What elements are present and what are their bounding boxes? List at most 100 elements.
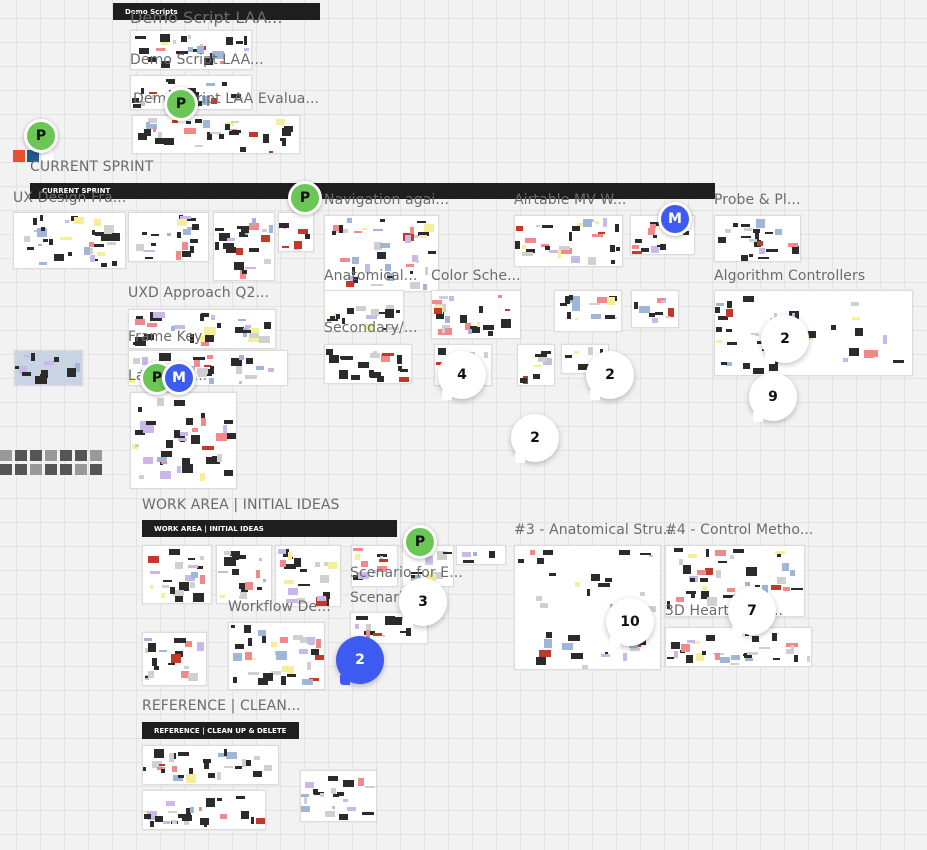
thumbnail-content [776,576,786,585]
thumbnail-content [283,580,294,584]
board-frame-thumbnail[interactable] [142,632,207,686]
frame-title[interactable]: Frame Key [128,329,202,345]
board-frame-thumbnail[interactable] [13,212,126,269]
collaborator-avatar[interactable]: P [403,525,437,559]
frame-title[interactable]: #4 - Control Metho... [665,522,813,538]
comment-count-bubble[interactable]: 9 [749,373,797,422]
board-frame-thumbnail[interactable] [278,212,314,252]
thumbnail-content [172,766,178,772]
board-frame-thumbnail[interactable] [431,290,521,339]
thumbnail-content [206,82,216,86]
thumbnail-content [749,238,757,242]
frame-title[interactable]: #3 - Anatomical Stru... [514,522,676,538]
thumbnail-content [353,230,362,234]
board-frame-thumbnail[interactable] [514,215,623,267]
thumbnail-content [208,773,216,778]
thumbnail-content [148,555,160,563]
thumbnail-content [442,551,453,555]
thumbnail-content [346,308,354,314]
image-strip[interactable] [0,450,105,492]
comment-count-bubble[interactable]: 10 [606,598,654,647]
thumbnail-content [220,814,228,820]
thumbnail-content [248,637,253,646]
comment-count-bubble[interactable]: 3 [399,578,447,627]
board-frame-thumbnail[interactable] [714,290,913,376]
board-frame-thumbnail[interactable] [142,790,266,830]
board-frame-thumbnail[interactable] [517,344,555,386]
board-frame-thumbnail[interactable] [142,745,279,785]
board-frame-thumbnail[interactable] [631,290,679,328]
frame-title[interactable]: UX Design Fra... [13,190,126,206]
thumbnail-content [235,247,244,256]
board-frame-thumbnail[interactable] [216,545,272,604]
frame-title[interactable]: Workflow De... [228,599,331,615]
thumbnail-content [199,556,204,560]
thumbnail-content [433,308,442,315]
thumbnail-content [137,407,143,412]
board-frame-thumbnail[interactable] [456,545,506,565]
section-header-bar[interactable]: REFERENCE | CLEAN UP & DELETE [142,722,299,739]
thumbnail-content [544,639,553,648]
frame-title[interactable]: Demo Script LAA Evalua... [133,91,319,107]
thumbnail-content [182,458,190,466]
thumbnail-content [518,559,524,564]
frame-title[interactable]: Color Sche... [431,268,521,284]
section-header-bar[interactable]: WORK AREA | INITIAL IDEAS [142,520,397,537]
thumbnail-content [245,375,258,380]
board-frame-thumbnail[interactable] [554,290,622,332]
collaborator-avatar[interactable]: P [288,181,322,215]
thumbnail-content [283,125,294,133]
comment-count-bubble[interactable]: 4 [438,351,486,400]
collaborator-avatar[interactable]: M [658,202,692,236]
frame-title[interactable]: Navigation agai... [324,192,449,208]
frame-title[interactable]: WORK AREA | INITIAL IDEAS [142,497,340,513]
comment-count-bubble[interactable]: 2 [586,351,634,400]
sticky-note[interactable] [13,150,25,162]
board-frame-thumbnail[interactable] [714,215,801,262]
thumbnail-content [199,313,205,322]
board-frame-thumbnail[interactable] [142,545,212,604]
collaborator-avatar[interactable]: P [164,87,198,121]
frame-title[interactable]: Demo Script LAA... [130,52,264,68]
thumbnail-content [244,625,252,634]
thumbnail-content [559,303,568,307]
collaborator-avatar[interactable]: P [24,119,58,153]
frame-title[interactable]: Scenario for E... [350,565,463,581]
board-frame-thumbnail[interactable] [132,115,300,154]
frame-title[interactable]: CURRENT SPRINT [30,159,153,175]
thumbnail-content [714,549,726,557]
thumbnail-content [135,318,145,326]
comment-count-bubble[interactable]: 2 [336,636,384,685]
thumbnail-content [257,586,262,591]
board-frame-thumbnail[interactable] [324,344,412,384]
thumbnail-content [175,251,182,260]
comment-count-bubble[interactable]: 7 [728,587,776,636]
thumbnail-content [23,235,30,243]
frame-title[interactable]: Airtable MV W... [514,192,626,208]
frame-title[interactable]: Probe & Pl... [714,192,801,208]
thumbnail-content [603,218,607,227]
board-frame-thumbnail[interactable] [14,350,83,386]
frame-title[interactable]: Anatomical... [324,268,417,284]
board-frame-thumbnail[interactable] [300,770,377,822]
thumbnail-content [535,354,547,358]
board-frame-thumbnail[interactable] [228,622,325,690]
frame-title[interactable]: Secondary/... [324,320,418,336]
frame-title[interactable]: REFERENCE | CLEAN... [142,698,301,714]
thumbnail-content [618,549,630,555]
board-frame-thumbnail[interactable] [213,212,275,281]
comment-count-bubble[interactable]: 2 [511,414,559,463]
thumbnail-content [224,124,230,130]
board-frame-thumbnail[interactable] [128,212,209,262]
comment-count-bubble[interactable]: 2 [761,315,809,364]
image-tile [0,464,12,475]
thumbnail-content [752,229,761,233]
frame-title[interactable]: Algorithm Controllers [714,268,865,284]
frame-title[interactable]: Demo Script LAA... [130,8,283,27]
thumbnail-content [149,585,154,590]
collaborator-avatar[interactable]: M [162,361,196,395]
thumbnail-content [730,662,740,666]
frame-title[interactable]: UXD Approach Q2... [128,285,269,301]
board-frame-thumbnail[interactable] [275,545,341,607]
board-frame-thumbnail[interactable] [130,392,237,489]
